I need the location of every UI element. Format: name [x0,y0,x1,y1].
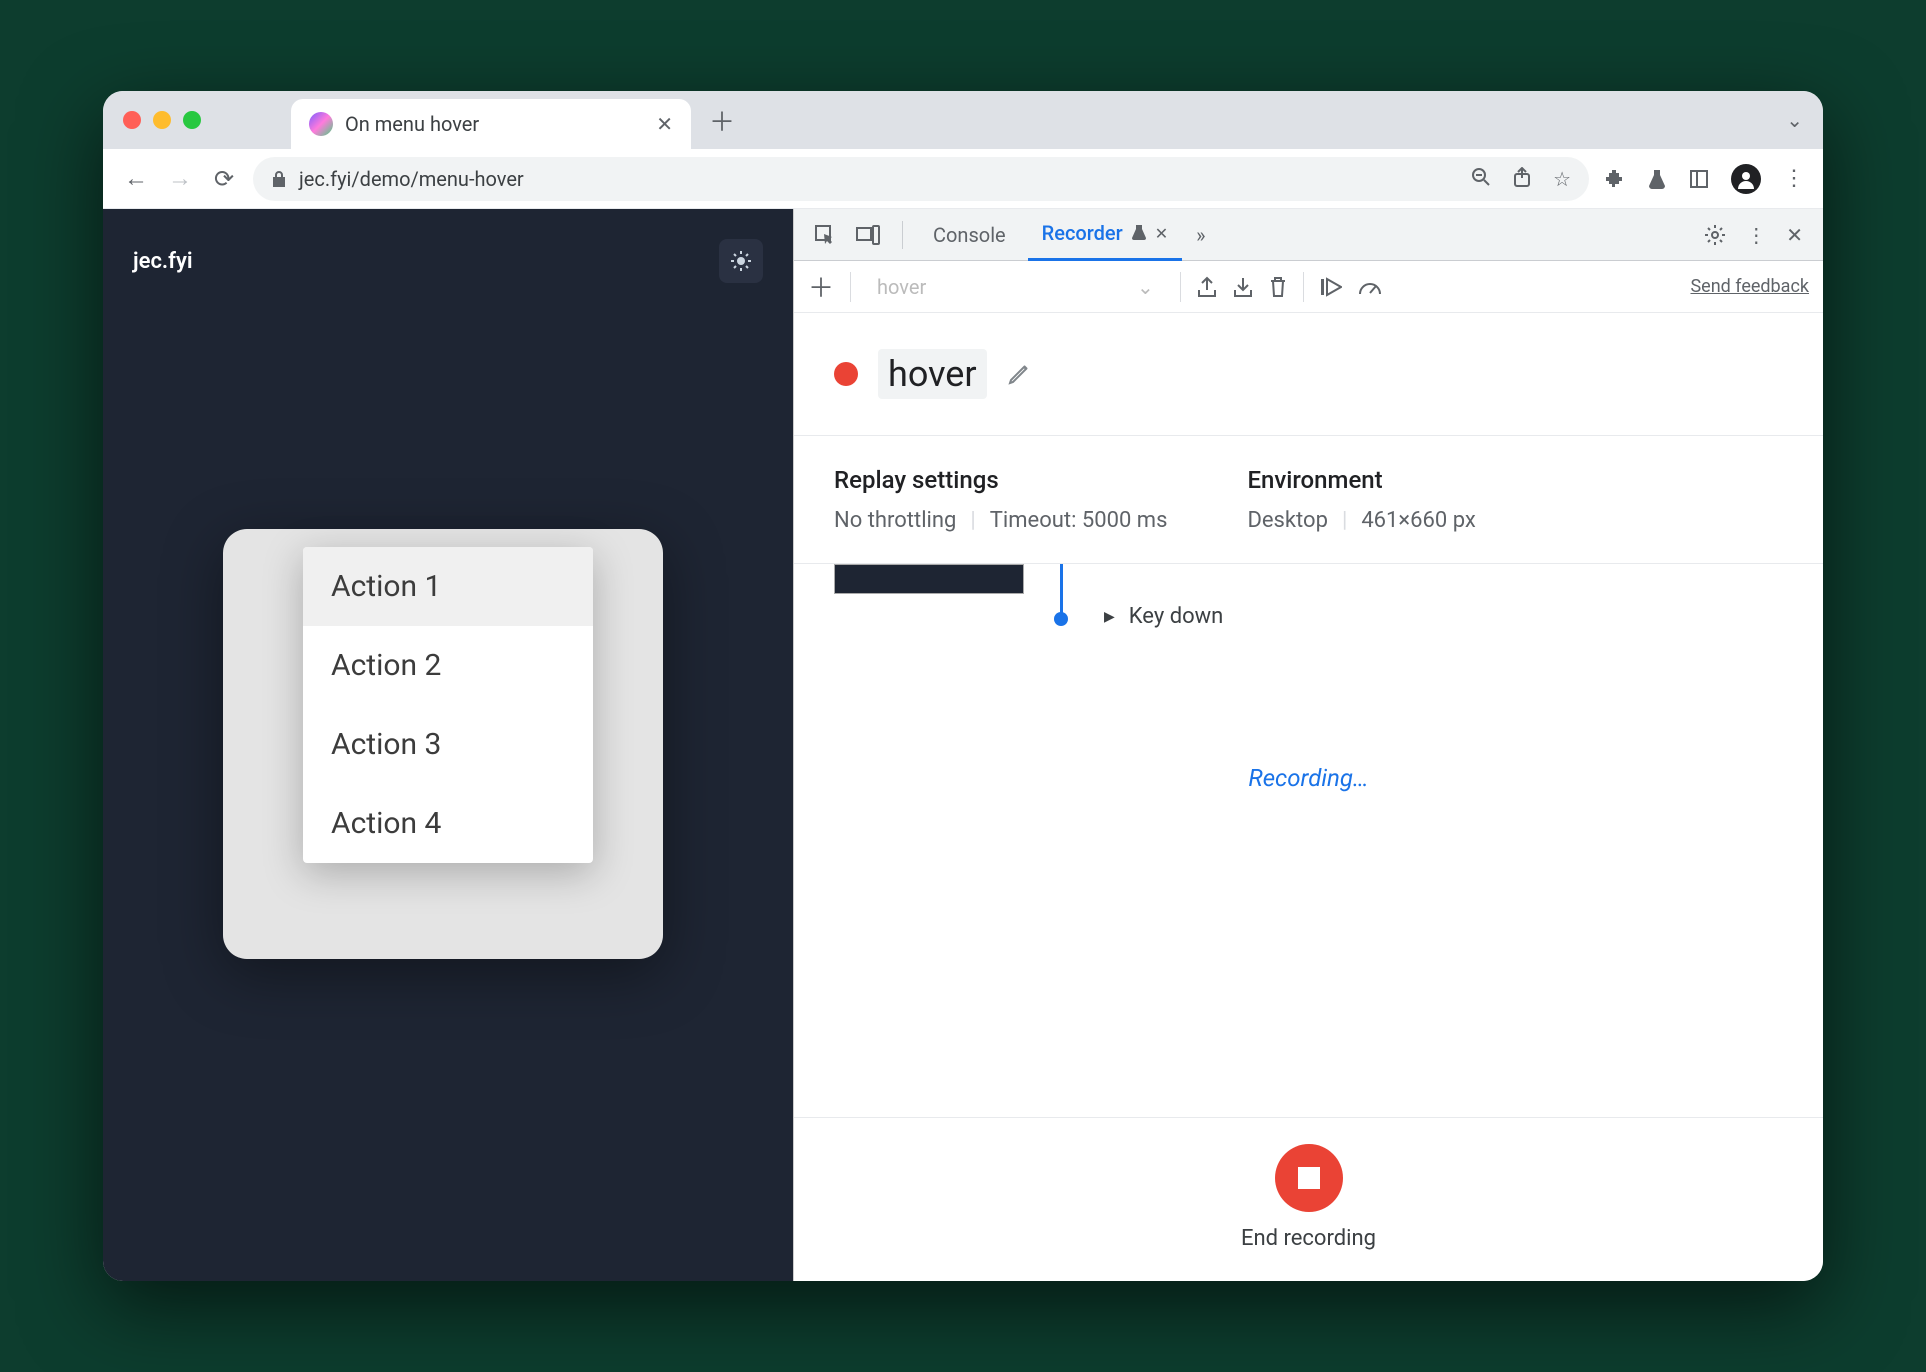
performance-icon[interactable] [1358,278,1382,296]
env-size: 461×660 px [1361,508,1476,533]
extensions-icon[interactable] [1603,168,1625,190]
devtools-menu-icon[interactable]: ⋮ [1740,223,1772,247]
timeline-line [1060,564,1063,614]
recording-status: Recording… [834,764,1783,792]
url-text: jec.fyi/demo/menu-hover [299,167,1459,191]
back-button[interactable]: ← [121,164,151,193]
delete-icon[interactable] [1269,276,1287,298]
chevron-down-icon: ⌄ [1137,275,1154,299]
console-tab[interactable]: Console [919,209,1020,261]
env-device: Desktop [1247,508,1328,533]
hover-menu: Action 1 Action 2 Action 3 Action 4 [303,547,593,863]
menu-item-4[interactable]: Action 4 [303,784,593,863]
share-icon[interactable] [1513,167,1531,191]
menu-item-3[interactable]: Action 3 [303,705,593,784]
tabs-dropdown-button[interactable]: ⌄ [1786,108,1803,132]
browser-toolbar: ← → ⟳ jec.fyi/demo/menu-hover ☆ [103,149,1823,209]
tab-title: On menu hover [345,112,644,136]
recording-footer: End recording [794,1117,1823,1281]
hover-card[interactable]: Hover me! Action 1 Action 2 Action 3 Act… [223,529,663,959]
menu-item-1[interactable]: Action 1 [303,547,593,626]
replay-settings-label: Replay settings [834,466,1167,494]
recording-steps: ▶ Key down Recording… [794,564,1823,1117]
site-title: jec.fyi [133,249,193,274]
end-recording-label: End recording [1241,1226,1376,1251]
step-thumbnail [834,564,1024,594]
stop-icon [1298,1167,1320,1189]
throttling-value[interactable]: No throttling [834,508,956,533]
edit-name-button[interactable] [1007,362,1031,386]
window-controls [123,111,201,129]
browser-window: On menu hover ✕ ＋ ⌄ ← → ⟳ jec.fyi/demo/m… [103,91,1823,1281]
recording-name[interactable]: hover [878,349,987,399]
browser-tab[interactable]: On menu hover ✕ [291,99,691,149]
recorder-toolbar: ＋ hover ⌄ [794,261,1823,313]
rendered-page: jec.fyi Hover me! Action 1 Action 2 Acti… [103,209,793,1281]
more-tabs-icon[interactable]: » [1190,223,1211,247]
bookmark-icon[interactable]: ☆ [1553,167,1571,191]
replay-icon[interactable] [1320,277,1342,297]
theme-toggle-button[interactable] [719,239,763,283]
recorder-tab[interactable]: Recorder ✕ [1028,209,1182,261]
end-recording-button[interactable] [1275,1144,1343,1212]
recording-settings: Replay settings No throttling | Timeout:… [794,436,1823,564]
export-icon[interactable] [1197,276,1217,298]
labs-icon[interactable] [1647,168,1667,190]
close-window-button[interactable] [123,111,141,129]
devtools-tabbar: Console Recorder ✕ » ⋮ ✕ [794,209,1823,261]
environment-label: Environment [1247,466,1475,494]
address-bar[interactable]: jec.fyi/demo/menu-hover ☆ [253,157,1589,201]
new-recording-button[interactable]: ＋ [808,268,834,305]
timeline-marker-icon [1054,612,1068,626]
reload-button[interactable]: ⟳ [209,165,239,193]
menu-item-2[interactable]: Action 2 [303,626,593,705]
flask-icon [1131,224,1147,242]
import-icon[interactable] [1233,276,1253,298]
timeout-value[interactable]: Timeout: 5000 ms [990,508,1168,533]
send-feedback-link[interactable]: Send feedback [1690,276,1809,297]
new-tab-button[interactable]: ＋ [709,102,735,139]
recording-header: hover [794,313,1823,436]
titlebar: On menu hover ✕ ＋ ⌄ [103,91,1823,149]
close-recorder-tab-button[interactable]: ✕ [1155,224,1168,243]
recording-selector[interactable]: hover ⌄ [867,275,1164,299]
profile-avatar[interactable] [1731,164,1761,194]
close-devtools-button[interactable]: ✕ [1780,223,1809,247]
forward-button[interactable]: → [165,164,195,193]
minimize-window-button[interactable] [153,111,171,129]
lock-icon [271,170,287,188]
maximize-window-button[interactable] [183,111,201,129]
reader-icon[interactable] [1689,169,1709,189]
menu-icon[interactable]: ⋮ [1783,166,1805,191]
close-tab-button[interactable]: ✕ [656,112,673,136]
step-item[interactable]: ▶ Key down [1104,604,1223,629]
recording-indicator-icon [834,362,858,386]
expand-step-icon[interactable]: ▶ [1104,609,1115,625]
inspect-icon[interactable] [808,224,842,246]
zoom-out-icon[interactable] [1471,167,1491,191]
devtools-panel: Console Recorder ✕ » ⋮ ✕ ＋ hover [793,209,1823,1281]
device-toggle-icon[interactable] [850,225,886,245]
favicon-icon [309,112,333,136]
step-label: Key down [1129,604,1224,629]
content-area: jec.fyi Hover me! Action 1 Action 2 Acti… [103,209,1823,1281]
settings-icon[interactable] [1698,224,1732,246]
